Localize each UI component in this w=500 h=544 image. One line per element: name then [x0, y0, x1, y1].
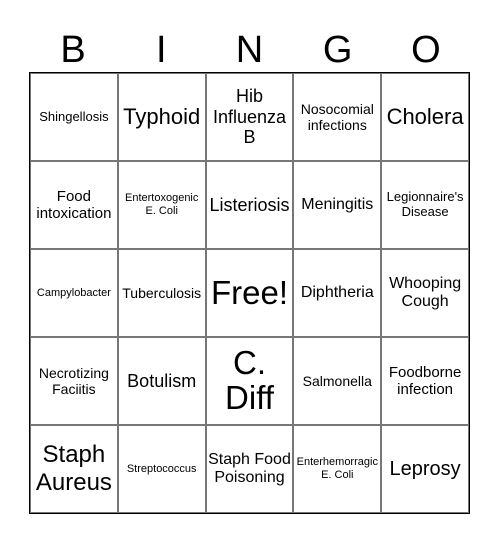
bingo-cell[interactable]: Diphtheria: [293, 249, 382, 337]
bingo-cell[interactable]: Typhoid: [117, 73, 206, 161]
bingo-cell[interactable]: Hib Influenza B: [205, 73, 294, 161]
bingo-cell[interactable]: Nosocomial infections: [293, 73, 382, 161]
bingo-card-grid: Shingellosis Typhoid Hib Influenza B Nos…: [29, 72, 470, 514]
bingo-cell[interactable]: Botulism: [117, 337, 206, 425]
header-letter-o: O: [411, 29, 441, 71]
header-letter-b: B: [60, 29, 86, 71]
bingo-cell[interactable]: Tuberculosis: [117, 249, 206, 337]
bingo-cell[interactable]: Whooping Cough: [381, 249, 469, 337]
bingo-cell[interactable]: Shingellosis: [30, 73, 118, 161]
bingo-cell[interactable]: Salmonella: [293, 337, 382, 425]
bingo-cell[interactable]: Listeriosis: [205, 161, 294, 249]
bingo-cell[interactable]: Necrotizing Faciitis: [30, 337, 118, 425]
header-letter-g: G: [322, 29, 353, 71]
bingo-cell[interactable]: C. Diff: [205, 337, 294, 425]
bingo-cell[interactable]: Cholera: [381, 73, 469, 161]
bingo-cell[interactable]: Staph Aureus: [30, 425, 118, 513]
bingo-cell[interactable]: Staph Food Poisoning: [205, 425, 294, 513]
bingo-cell[interactable]: Leprosy: [381, 425, 469, 513]
bingo-cell[interactable]: Enterhemorragic E. Coli: [293, 425, 382, 513]
bingo-header: B I N G O: [29, 28, 470, 72]
bingo-cell[interactable]: Entertoxogenic E. Coli: [117, 161, 206, 249]
bingo-cell[interactable]: Foodborne infection: [381, 337, 469, 425]
free-space-cell[interactable]: Free!: [205, 249, 294, 337]
bingo-cell[interactable]: Meningitis: [293, 161, 382, 249]
bingo-cell[interactable]: Food intoxication: [30, 161, 118, 249]
bingo-cell[interactable]: Campylobacter: [30, 249, 118, 337]
header-letter-n: N: [235, 29, 264, 71]
bingo-cell[interactable]: Legionnaire's Disease: [381, 161, 469, 249]
header-letter-i: I: [156, 29, 167, 71]
bingo-cell[interactable]: Streptococcus: [117, 425, 206, 513]
